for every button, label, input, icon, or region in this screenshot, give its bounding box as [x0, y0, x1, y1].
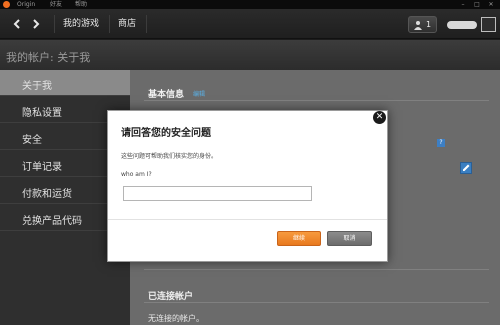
sidebar-item-label: 关于我 [22, 81, 52, 92]
security-question-label: who am I? [121, 171, 152, 178]
nav-bar: 我的游戏 商店 1 [0, 9, 500, 39]
answer-input[interactable] [123, 186, 312, 201]
sidebar-item-label: 安全 [22, 135, 42, 146]
pencil-icon [463, 164, 470, 171]
sidebar-item-label: 兑换产品代码 [22, 216, 82, 227]
window-controls: – □ ✕ [458, 0, 496, 9]
section-divider [144, 269, 489, 270]
menu-item-help[interactable]: 帮助 [75, 0, 87, 9]
section-divider [144, 100, 489, 101]
close-icon[interactable]: ✕ [373, 111, 386, 124]
connected-accounts-heading: 已连接帐户 [148, 292, 194, 302]
sidebar-item-about-me[interactable]: 关于我 [0, 70, 130, 96]
sidebar-item-label: 隐私设置 [22, 108, 62, 119]
nav-divider [54, 15, 55, 33]
basic-info-heading: 基本信息 [148, 90, 185, 100]
dialog-description: 这些问题可帮助我们核实您的身份。 [121, 153, 218, 160]
dialog-divider [108, 219, 387, 220]
sidebar-item-label: 付款和运货 [22, 189, 72, 200]
cancel-button[interactable]: 取消 [327, 231, 372, 246]
search-input[interactable] [447, 21, 477, 29]
no-connected-accounts-text: 无连接的帐户。 [148, 314, 204, 323]
chevron-left-icon [13, 19, 20, 29]
forward-button[interactable] [29, 17, 43, 31]
security-question-dialog: ✕ 请回答您的安全问题 这些问题可帮助我们核实您的身份。 who am I? 继… [107, 110, 388, 262]
nav-store[interactable]: 商店 [118, 18, 136, 31]
page-title: 我的帐户: 关于我 [6, 51, 91, 64]
edit-link[interactable]: 编辑 [193, 89, 205, 98]
menu-item-origin[interactable]: Origin [17, 0, 35, 9]
maximize-icon[interactable]: □ [472, 0, 482, 9]
friends-button[interactable]: 1 [408, 16, 437, 33]
friends-icon [414, 21, 422, 30]
nav-divider [109, 15, 110, 33]
section-divider [144, 302, 489, 303]
menu-item-friends[interactable]: 好友 [50, 0, 62, 9]
dialog-title: 请回答您的安全问题 [121, 128, 211, 139]
chevron-right-icon [33, 19, 40, 29]
help-icon[interactable]: ? [437, 139, 445, 147]
avatar[interactable] [481, 17, 496, 32]
origin-logo-icon [3, 1, 10, 8]
nav-divider [146, 15, 147, 33]
sidebar-item-label: 订单记录 [22, 162, 62, 173]
friends-count-badge: 1 [426, 20, 432, 29]
minimize-icon[interactable]: – [458, 0, 468, 9]
edit-pencil-button[interactable] [460, 162, 472, 174]
continue-button[interactable]: 继续 [277, 231, 321, 246]
close-window-icon[interactable]: ✕ [486, 0, 496, 9]
nav-my-games[interactable]: 我的游戏 [63, 18, 99, 31]
page-header: 我的帐户: 关于我 [0, 40, 500, 70]
back-button[interactable] [10, 17, 24, 31]
menu-bar: Origin 好友 帮助 – □ ✕ [0, 0, 500, 9]
